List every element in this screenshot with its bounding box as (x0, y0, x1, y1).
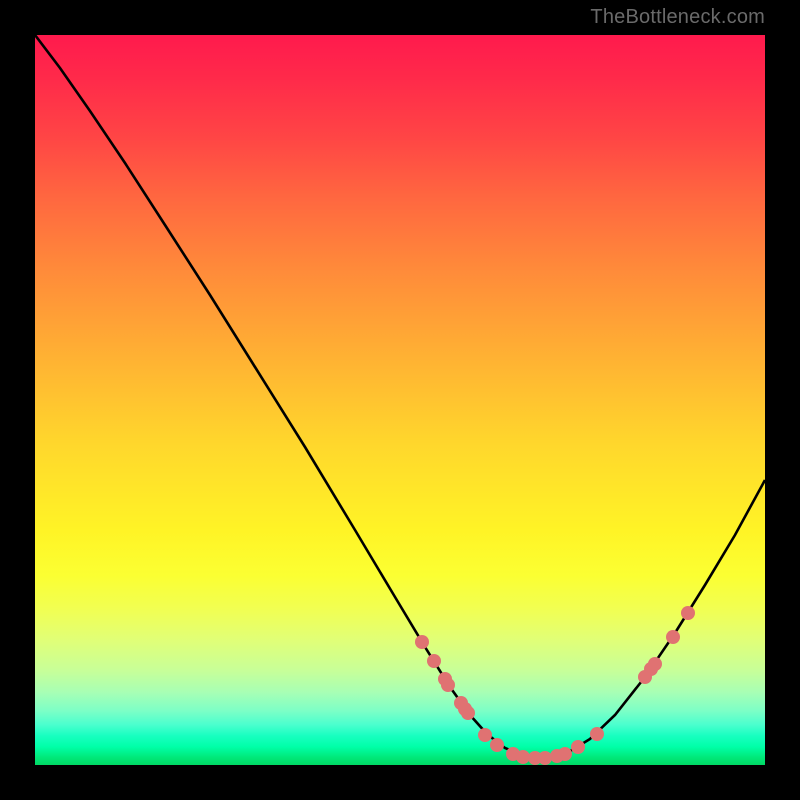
bottleneck-curve (35, 35, 765, 765)
data-point (666, 630, 680, 644)
data-point (478, 728, 492, 742)
data-point (461, 706, 475, 720)
chart-frame: TheBottleneck.com (0, 0, 800, 800)
data-point (571, 740, 585, 754)
curve-line (35, 35, 765, 758)
plot-area (35, 35, 765, 765)
data-point (441, 678, 455, 692)
data-point (681, 606, 695, 620)
data-point (516, 750, 530, 764)
data-point (538, 751, 552, 765)
data-point (490, 738, 504, 752)
data-point (648, 657, 662, 671)
data-point (415, 635, 429, 649)
data-point (558, 747, 572, 761)
data-points (415, 606, 695, 765)
attribution-text: TheBottleneck.com (590, 6, 765, 29)
data-point (590, 727, 604, 741)
data-point (427, 654, 441, 668)
